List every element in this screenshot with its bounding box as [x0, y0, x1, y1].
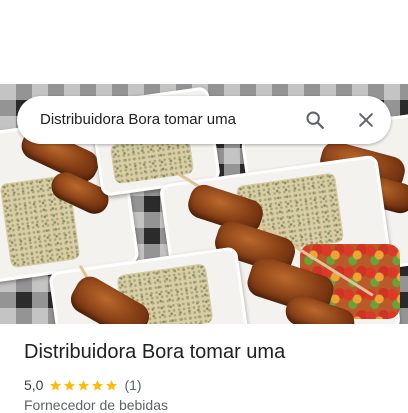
rating-value: 5,0 [24, 377, 44, 393]
search-button[interactable] [299, 104, 331, 136]
star-icon [106, 379, 118, 390]
place-category: Fornecedor de bebidas [24, 397, 168, 413]
star-icon [64, 379, 76, 390]
rating-stars [49, 379, 119, 392]
search-icon [306, 111, 324, 129]
search-input[interactable]: Distribuidora Bora tomar uma [40, 111, 236, 128]
star-icon [50, 379, 62, 390]
place-title: Distribuidora Bora tomar uma [24, 341, 286, 363]
rating-row[interactable]: 5,0 (1) [24, 376, 142, 394]
star-icon [78, 379, 90, 390]
review-count[interactable]: (1) [124, 377, 141, 393]
search-bar[interactable]: Distribuidora Bora tomar uma [17, 96, 391, 144]
close-button[interactable] [350, 104, 382, 136]
star-icon [92, 379, 104, 390]
top-spacer [0, 0, 408, 84]
close-icon [359, 113, 373, 127]
